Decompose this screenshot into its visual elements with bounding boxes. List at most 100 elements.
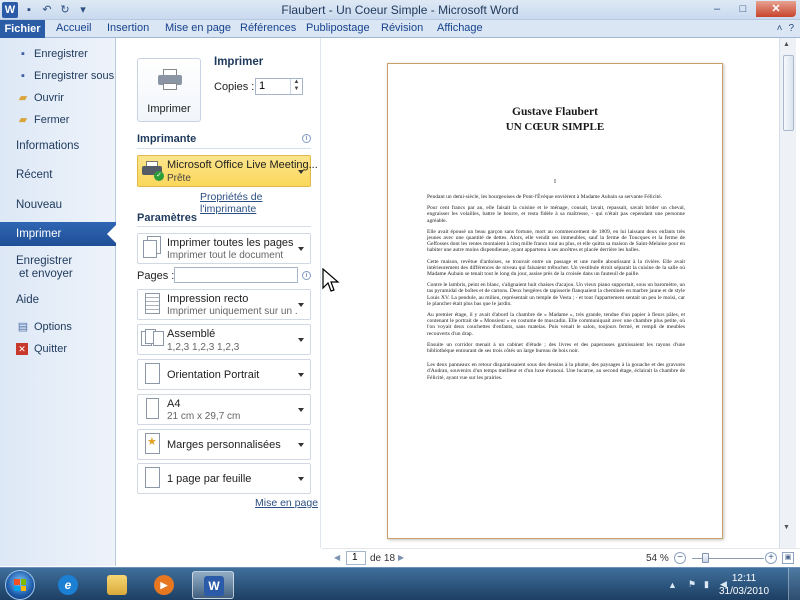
collation-select[interactable]: Assemblé 1,2,3 1,2,3 1,2,3	[137, 324, 311, 355]
nav-save-and-send[interactable]: Enregistrer et envoyer	[0, 254, 116, 284]
scroll-up-icon[interactable]: ▲	[783, 41, 790, 48]
nav-recent[interactable]: Récent	[0, 168, 116, 186]
nav-options[interactable]: ▤ Options	[0, 320, 116, 336]
zoom-in-icon[interactable]: +	[765, 552, 777, 564]
save-icon: ▪	[21, 48, 25, 60]
portrait-icon	[141, 362, 163, 388]
minimize-ribbon-icon[interactable]: ˄	[777, 23, 783, 34]
scrollbar-thumb[interactable]	[783, 55, 794, 131]
start-button[interactable]	[5, 570, 35, 600]
flag-icon[interactable]: ⚑	[688, 579, 696, 590]
print-sides-main: Impression recto	[167, 293, 249, 305]
printer-select[interactable]: ✓ Microsoft Office Live Meeting... Prête	[137, 155, 318, 187]
zoom-slider-thumb[interactable]	[702, 553, 709, 563]
nav-informations[interactable]: Informations	[0, 139, 116, 157]
tab-publipostage[interactable]: Publipostage	[306, 22, 370, 34]
print-button-label: Imprimer	[147, 103, 191, 115]
paragraph: Pour cent francs par an, elle faisait la…	[427, 205, 685, 224]
tab-fichier[interactable]: Fichier	[0, 20, 45, 38]
nav-save[interactable]: ▪ Enregistrer	[0, 47, 116, 63]
show-desktop-button[interactable]	[788, 568, 800, 600]
nav-open[interactable]: ▰ Ouvrir	[0, 91, 116, 107]
document-body: Pendant un demi-siècle, les bourgeoises …	[427, 194, 685, 386]
page-setup-link[interactable]: Mise en page	[255, 497, 318, 509]
zoom-to-page-icon[interactable]: ▣	[782, 552, 794, 564]
pages-input[interactable]	[174, 267, 298, 283]
nav-save-send-label-1: Enregistrer	[16, 255, 73, 267]
clock[interactable]: 12:11 31/03/2010	[714, 572, 774, 598]
next-page-icon[interactable]: ▶	[398, 553, 404, 562]
margins-select[interactable]: ★ Marges personnalisées	[137, 429, 311, 460]
network-icon[interactable]: ▮	[704, 579, 709, 590]
nav-new[interactable]: Nouveau	[0, 198, 116, 216]
nav-close-label: Fermer	[34, 114, 70, 126]
minimize-button[interactable]: –	[704, 1, 730, 17]
one-page-per-sheet-icon	[141, 466, 163, 492]
nav-info-label: Informations	[16, 140, 80, 152]
current-page-input[interactable]: 1	[346, 551, 366, 565]
pages-per-sheet-select[interactable]: 1 page par feuille	[137, 463, 311, 494]
print-range-select[interactable]: Imprimer toutes les pages Imprimer tout …	[137, 233, 311, 264]
nav-save-as[interactable]: ▪ Enregistrer sous	[0, 69, 116, 85]
tab-references[interactable]: Références	[240, 22, 296, 34]
tab-mise-en-page[interactable]: Mise en page	[165, 22, 231, 34]
copies-spinner[interactable]: ▲ ▼	[290, 79, 302, 94]
windows-logo-icon	[14, 579, 26, 591]
info-icon[interactable]: i	[302, 134, 311, 143]
page-count: de 18	[370, 553, 396, 564]
paper-size-main: A4	[167, 398, 181, 410]
print-button[interactable]: Imprimer	[137, 58, 201, 122]
zoom-out-icon[interactable]: −	[674, 552, 686, 564]
copies-input[interactable]: 1 ▲ ▼	[255, 78, 303, 95]
chapter-number: I	[554, 179, 556, 185]
printer-properties-link[interactable]: Propriétés de l'imprimante	[200, 191, 320, 215]
tab-revision[interactable]: Révision	[381, 22, 423, 34]
preview-scrollbar[interactable]: ▲ ▼	[779, 38, 796, 548]
window-controls: – □ ✕	[704, 1, 796, 17]
scroll-down-icon[interactable]: ▼	[783, 524, 790, 531]
collation-main: Assemblé	[167, 328, 216, 340]
print-sides-select[interactable]: Impression recto Imprimer uniquement sur…	[137, 289, 311, 320]
print-preview: Gustave Flaubert UN CŒUR SIMPLE I Pendan…	[322, 38, 779, 548]
paper-icon	[141, 397, 163, 423]
taskbar-explorer[interactable]	[96, 571, 138, 599]
orientation-select[interactable]: Orientation Portrait	[137, 359, 311, 390]
media-player-icon: ▶	[154, 575, 174, 595]
nav-quit[interactable]: ✕ Quitter	[0, 342, 116, 358]
printer-icon	[158, 69, 182, 90]
help-icon[interactable]: ?	[788, 23, 794, 34]
preview-page: Gustave Flaubert UN CŒUR SIMPLE I Pendan…	[387, 63, 723, 539]
tab-accueil[interactable]: Accueil	[56, 22, 91, 34]
tab-insertion[interactable]: Insertion	[107, 22, 149, 34]
print-range-main: Imprimer toutes les pages	[167, 237, 294, 249]
print-header: Imprimer	[214, 56, 264, 68]
divider	[137, 148, 311, 149]
taskbar-word[interactable]: W	[192, 571, 234, 599]
printer-name: Microsoft Office Live Meeting...	[167, 159, 318, 171]
maximize-button[interactable]: □	[730, 1, 756, 17]
nav-print-label: Imprimer	[16, 228, 62, 240]
chevron-down-icon	[298, 443, 304, 447]
nav-save-send-label-2: et envoyer	[19, 268, 73, 280]
orientation-main: Orientation Portrait	[167, 369, 260, 381]
nav-print[interactable]: Imprimer	[0, 222, 117, 246]
print-sides-sub: Imprimer uniquement sur un ...	[167, 306, 297, 317]
zoom-level[interactable]: 54 %	[646, 553, 669, 564]
word-icon: W	[204, 576, 224, 596]
nav-help[interactable]: Aide	[0, 293, 116, 311]
paragraph: Les deux panneaux en retour disparaissai…	[427, 362, 685, 381]
taskbar-media-player[interactable]: ▶	[143, 571, 185, 599]
taskbar-internet-explorer[interactable]: e	[47, 571, 89, 599]
paragraph: Elle avait épousé un beau garçon sans fo…	[427, 228, 685, 254]
tab-affichage[interactable]: Affichage	[437, 22, 483, 34]
collation-sub: 1,2,3 1,2,3 1,2,3	[167, 342, 240, 353]
close-folder-icon: ▰	[18, 114, 28, 126]
close-button[interactable]: ✕	[756, 1, 796, 17]
chevron-down-icon	[298, 303, 304, 307]
nav-close[interactable]: ▰ Fermer	[0, 113, 116, 129]
paper-size-select[interactable]: A4 21 cm x 29,7 cm	[137, 394, 311, 425]
info-icon[interactable]: i	[302, 271, 311, 280]
printer-section-header: Imprimante	[137, 133, 197, 145]
previous-page-icon[interactable]: ◀	[334, 553, 340, 562]
show-hidden-icons-icon[interactable]: ▲	[668, 580, 677, 590]
